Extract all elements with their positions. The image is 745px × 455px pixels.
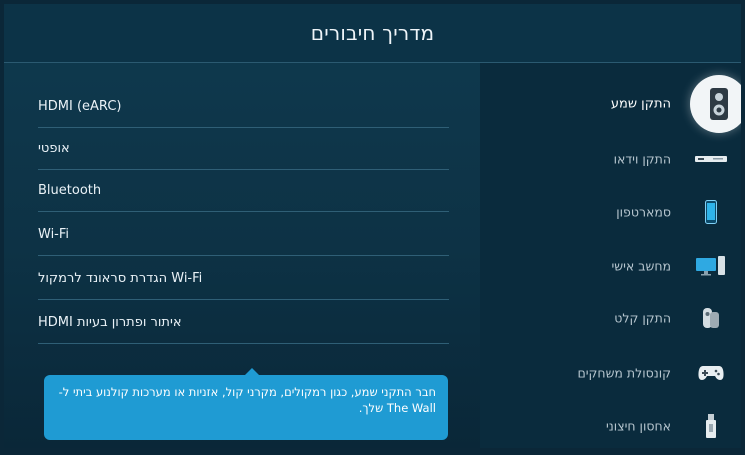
device-label: אחסון חיצוני (605, 418, 671, 434)
usb-storage-icon (693, 408, 729, 444)
gamepad-icon (693, 355, 729, 391)
device-external-storage[interactable]: אחסון חיצוני (480, 403, 741, 448)
option-hdmi-earc[interactable]: HDMI (eARC) (38, 85, 449, 128)
device-label: התקן קלט (614, 310, 671, 326)
device-input[interactable]: התקן קלט (480, 295, 741, 341)
device-video[interactable]: התקן וידאו (480, 136, 741, 182)
speaker-icon (690, 75, 741, 133)
device-pc[interactable]: מחשב אישי (480, 243, 741, 289)
connection-guide-screen: מדריך חיבורים HDMI (eARC) אופטי Bluetoot… (4, 4, 741, 448)
device-label: קונסולת משחקים (577, 365, 671, 381)
pc-icon (693, 248, 729, 284)
smartphone-icon (693, 194, 729, 230)
option-label: איתור ופתרון בעיות HDMI (38, 314, 182, 330)
title-bar: מדריך חיבורים (4, 4, 741, 62)
option-bluetooth[interactable]: Bluetooth (38, 169, 449, 212)
help-tooltip: חבר התקני שמע, כגון רמקולים, מקרני קול, … (44, 375, 448, 440)
option-wifi-surround[interactable]: Wi-Fi הגדרת סראונד לרמקול (38, 257, 449, 300)
tooltip-text: חבר התקני שמע, כגון רמקולים, מקרני קול, … (58, 385, 436, 415)
option-label: Bluetooth (38, 182, 102, 198)
device-label: סמארטפון (616, 204, 671, 220)
option-wifi[interactable]: Wi-Fi (38, 213, 449, 256)
device-label: מחשב אישי (611, 258, 671, 274)
device-audio[interactable]: התקן שמע (480, 75, 741, 133)
input-device-icon (693, 300, 729, 336)
page-title: מדריך חיבורים (310, 21, 435, 45)
video-device-icon (693, 141, 729, 177)
option-label: Wi-Fi הגדרת סראונד לרמקול (38, 270, 203, 286)
option-label: HDMI (eARC) (38, 98, 122, 114)
device-game-console[interactable]: קונסולת משחקים (480, 350, 741, 396)
option-label: Wi-Fi (38, 226, 70, 242)
option-label: אופטי (38, 140, 70, 156)
option-hdmi-troubleshoot[interactable]: איתור ופתרון בעיות HDMI (38, 301, 449, 344)
option-optical[interactable]: אופטי (38, 127, 449, 170)
device-label: התקן וידאו (613, 151, 671, 167)
device-smartphone[interactable]: סמארטפון (480, 189, 741, 235)
device-category-list: התקן שמע התקן וידאו סמארטפון מחשב אישי ה… (480, 63, 741, 448)
device-label: התקן שמע (610, 96, 671, 112)
